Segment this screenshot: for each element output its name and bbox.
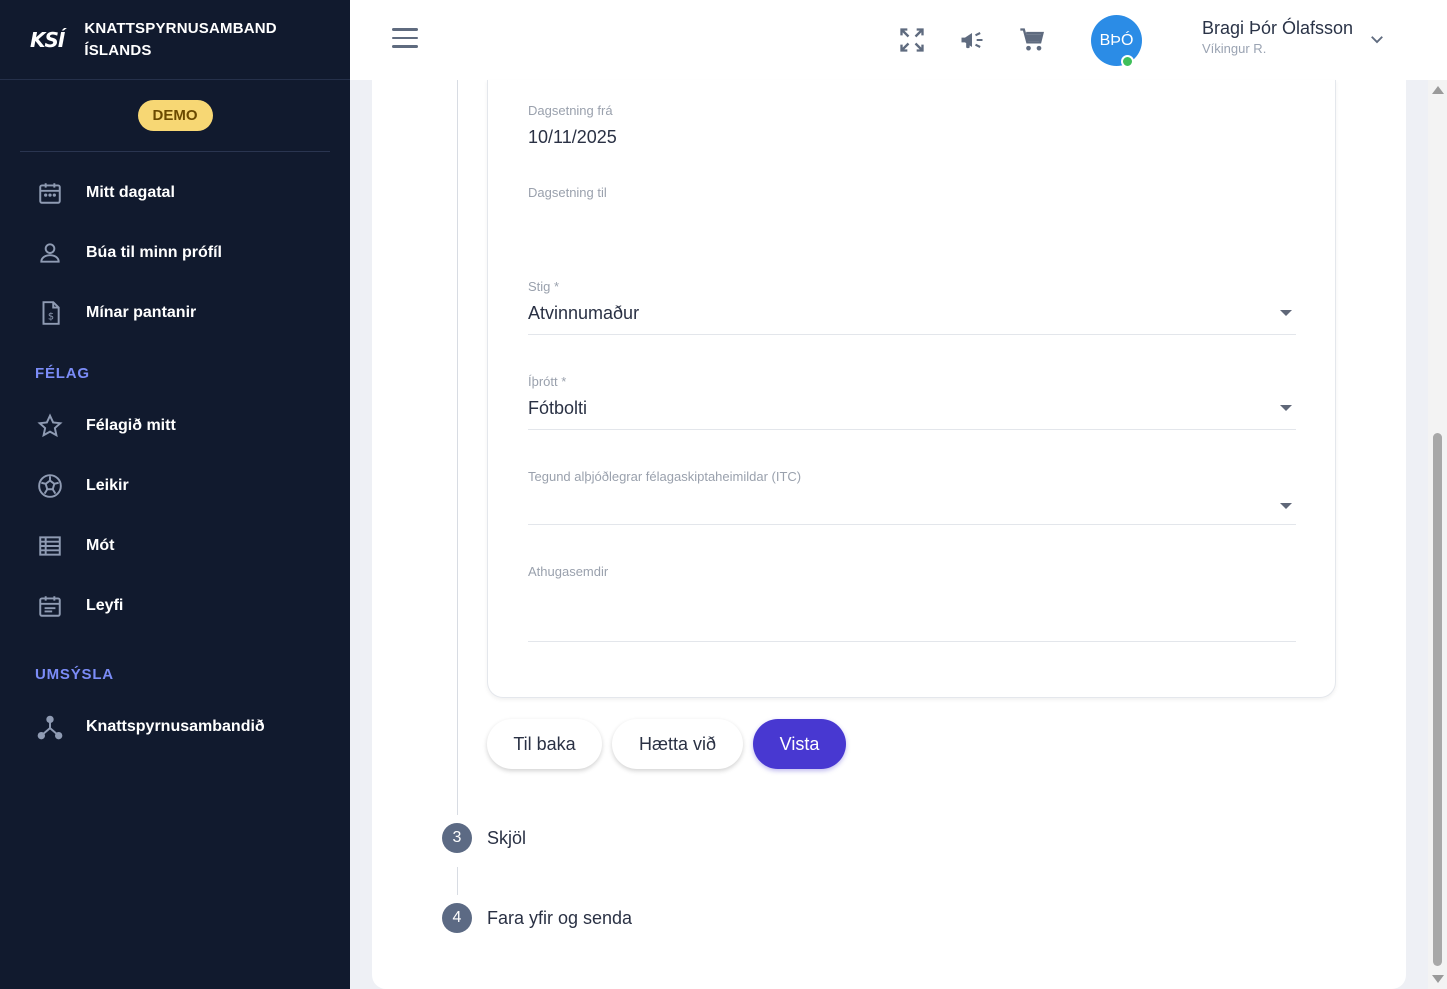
fullscreen-icon[interactable] [898, 26, 926, 54]
step-number: 3 [442, 823, 472, 853]
license-icon [36, 592, 64, 620]
sidebar-item-label: Leyfi [86, 597, 124, 614]
brand-name-line2: ÍSLANDS [84, 41, 152, 59]
svg-text:$: $ [48, 312, 54, 323]
sidebar-nav-felag: Félagið mitt Leikir Mót Leyfi [0, 396, 350, 636]
brand-header[interactable]: KSÍ KNATTSPYRNUSAMBAND ÍSLANDS [0, 0, 350, 80]
sidebar-item-label: Mínar pantanir [86, 304, 197, 321]
section-label-felag: FÉLAG [35, 364, 90, 382]
megaphone-icon[interactable] [958, 26, 986, 54]
sidebar: KSÍ KNATTSPYRNUSAMBAND ÍSLANDS DEMO Mitt… [0, 0, 350, 989]
sidebar-item-label: Búa til minn prófíl [86, 244, 222, 261]
dropdown-arrow-icon [1280, 310, 1292, 316]
sidebar-item-orders[interactable]: $ Mínar pantanir [0, 283, 350, 343]
sidebar-item-label: Mitt dagatal [86, 184, 175, 201]
sidebar-item-federation[interactable]: Knattspyrnusambandið [0, 697, 350, 757]
step-label: Fara yfir og senda [487, 907, 633, 928]
scroll-down-arrow-icon[interactable] [1432, 975, 1444, 983]
section-label-umsysla: UMSÝSLA [35, 665, 114, 683]
field-label: Íþrótt * [528, 374, 567, 389]
field-label: Dagsetning frá [528, 103, 613, 118]
scrollbar[interactable] [1428, 80, 1447, 989]
field-underline [528, 429, 1296, 430]
stepper-line [457, 80, 458, 815]
date-to-field[interactable]: Dagsetning til [528, 185, 1296, 225]
date-from-field[interactable]: Dagsetning frá 10/11/2025 [528, 103, 1296, 148]
field-label: Stig * [528, 279, 560, 294]
online-status-dot [1121, 55, 1134, 68]
back-button[interactable]: Til baka [487, 719, 602, 769]
calendar-icon [36, 179, 64, 207]
scroll-up-arrow-icon[interactable] [1432, 86, 1444, 94]
demo-wrap: DEMO [20, 80, 330, 152]
sidebar-item-label: Félagið mitt [86, 417, 176, 434]
list-icon [36, 532, 64, 560]
save-button[interactable]: Vista [753, 719, 846, 769]
dropdown-arrow-icon [1280, 405, 1292, 411]
field-underline [528, 524, 1296, 525]
sport-value: Fótbolti [528, 398, 588, 418]
sidebar-item-label: Leikir [86, 477, 129, 494]
sport-select[interactable]: Íþrótt * Fótbolti [528, 374, 1296, 430]
person-icon [36, 239, 64, 267]
sidebar-item-profile[interactable]: Búa til minn prófíl [0, 223, 350, 283]
ksi-logo: KSÍ [30, 27, 65, 52]
main-content: Dagsetning frá 10/11/2025 Dagsetning til… [372, 80, 1406, 989]
itc-type-select[interactable]: Tegund alþjóðlegrar félagaskiptaheimilda… [528, 469, 1296, 525]
user-name: Bragi Þór Ólafsson [1202, 18, 1354, 38]
soccer-ball-icon [36, 472, 64, 500]
sidebar-item-tournaments[interactable]: Mót [0, 516, 350, 576]
field-label: Dagsetning til [528, 185, 607, 200]
user-menu[interactable]: Bragi Þór Ólafsson Víkingur R. [1202, 18, 1353, 56]
step-review-submit[interactable]: 4 Fara yfir og senda [442, 903, 632, 933]
field-underline [528, 641, 1296, 642]
avatar-initials: BÞÓ [1099, 31, 1134, 49]
sidebar-item-licenses[interactable]: Leyfi [0, 576, 350, 636]
brand-name-line1: KNATTSPYRNUSAMBAND [84, 19, 277, 37]
sidebar-nav-main: Mitt dagatal Búa til minn prófíl $ Mínar… [0, 163, 350, 343]
dropdown-arrow-icon [1280, 503, 1292, 509]
brand-name: KNATTSPYRNUSAMBAND ÍSLANDS [84, 18, 276, 62]
transfer-form-card: Dagsetning frá 10/11/2025 Dagsetning til… [487, 80, 1336, 698]
menu-icon[interactable] [392, 28, 418, 52]
topbar: BÞÓ Bragi Þór Ólafsson Víkingur R. [350, 0, 1447, 80]
step-documents[interactable]: 3 Skjöl [442, 823, 526, 853]
cancel-button[interactable]: Hætta við [612, 719, 743, 769]
field-label: Tegund alþjóðlegrar félagaskiptaheimilda… [528, 469, 802, 484]
chevron-down-icon[interactable] [1368, 30, 1386, 53]
star-icon [36, 412, 64, 440]
sidebar-nav-umsysla: Knattspyrnusambandið [0, 697, 350, 757]
date-from-value: 10/11/2025 [528, 127, 617, 147]
sidebar-item-label: Mót [86, 537, 115, 554]
field-label: Athugasemdir [528, 564, 609, 579]
field-underline [528, 334, 1296, 335]
avatar[interactable]: BÞÓ [1091, 15, 1142, 68]
level-value: Atvinnumaður [528, 303, 640, 323]
notes-field[interactable]: Athugasemdir [528, 564, 1296, 642]
sidebar-item-my-club[interactable]: Félagið mitt [0, 396, 350, 456]
step-number: 4 [442, 903, 472, 933]
demo-badge: DEMO [137, 100, 213, 131]
stepper-line [457, 867, 458, 895]
scrollbar-thumb[interactable] [1433, 433, 1442, 966]
user-club: Víkingur R. [1202, 41, 1267, 56]
sidebar-item-calendar[interactable]: Mitt dagatal [0, 163, 350, 223]
sidebar-item-games[interactable]: Leikir [0, 456, 350, 516]
level-select[interactable]: Stig * Atvinnumaður [528, 279, 1296, 335]
hub-icon [36, 713, 64, 741]
sidebar-item-label: Knattspyrnusambandið [86, 718, 265, 735]
cart-icon[interactable] [1018, 26, 1046, 54]
step-label: Skjöl [487, 827, 527, 848]
invoice-icon: $ [36, 299, 64, 327]
